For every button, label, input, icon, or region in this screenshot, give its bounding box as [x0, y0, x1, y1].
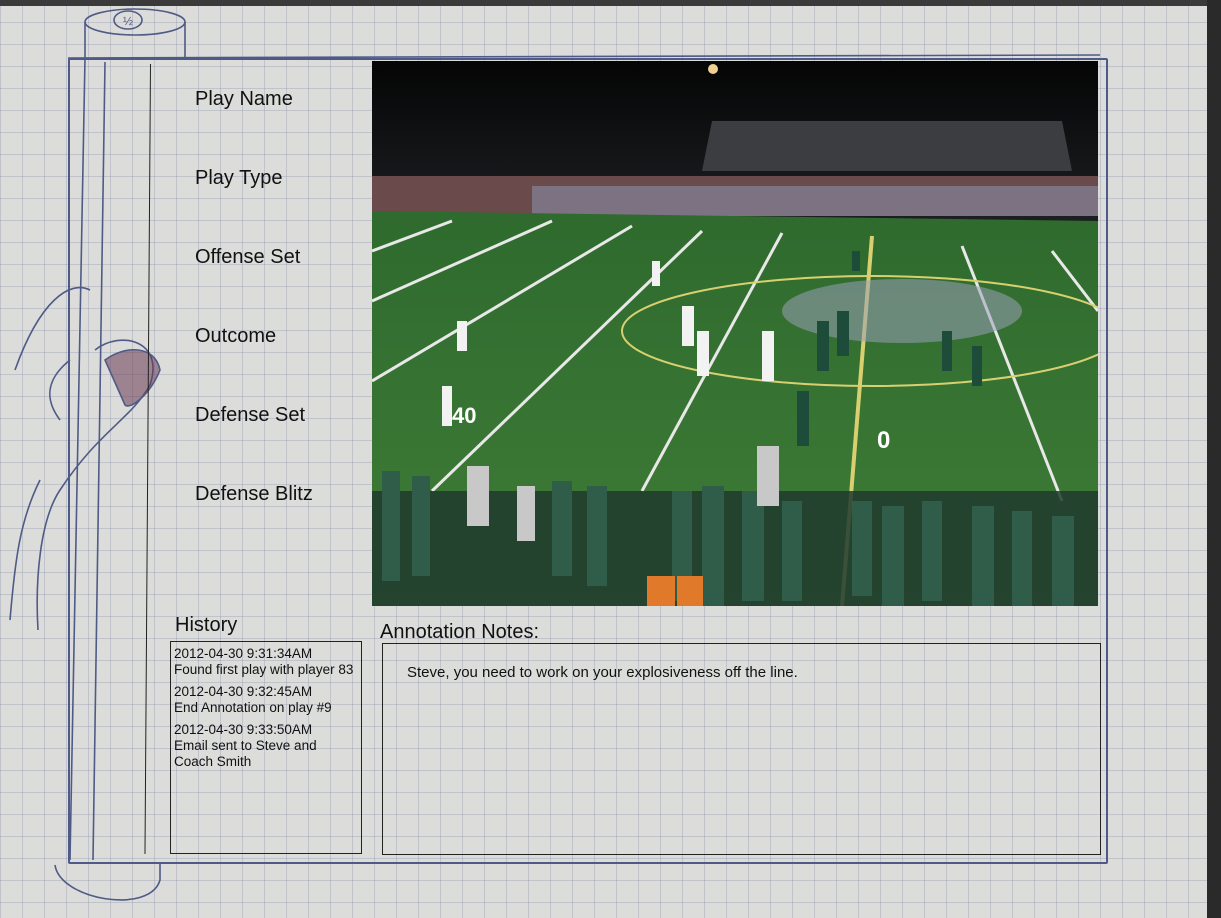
- annotation-notes-title: Annotation Notes:: [380, 621, 539, 643]
- history-entry-text: End Annotation on play #9: [174, 700, 332, 715]
- history-entry[interactable]: 2012-04-30 9:33:50AM Email sent to Steve…: [174, 722, 358, 770]
- history-entry-time: 2012-04-30 9:33:50AM: [174, 722, 313, 737]
- video-player[interactable]: 40 0: [372, 61, 1098, 606]
- offense-set-label[interactable]: Offense Set: [195, 246, 300, 269]
- yard-number-0: 0: [877, 427, 890, 454]
- history-title: History: [175, 614, 238, 636]
- defense-blitz-label[interactable]: Defense Blitz: [195, 483, 313, 506]
- history-entry-time: 2012-04-30 9:31:34AM: [174, 646, 313, 661]
- scroll-cap-label: ½: [123, 14, 133, 28]
- defense-set-label[interactable]: Defense Set: [195, 404, 305, 427]
- annotation-notes-text: Steve, you need to work on your explosiv…: [407, 664, 798, 681]
- history-list[interactable]: 2012-04-30 9:31:34AM Found first play wi…: [170, 641, 362, 854]
- play-name-label[interactable]: Play Name: [195, 88, 293, 111]
- yard-number-40: 40: [452, 403, 476, 428]
- history-entry-text: Found first play with player 83: [174, 662, 354, 677]
- history-entry-text: Email sent to Steve and Coach Smith: [174, 738, 317, 769]
- play-type-label[interactable]: Play Type: [195, 167, 282, 190]
- outcome-label[interactable]: Outcome: [195, 325, 276, 348]
- history-entry[interactable]: 2012-04-30 9:31:34AM Found first play wi…: [174, 646, 358, 678]
- football-field-frame: 40 0: [372, 61, 1098, 606]
- history-entry[interactable]: 2012-04-30 9:32:45AM End Annotation on p…: [174, 684, 358, 716]
- history-entry-time: 2012-04-30 9:32:45AM: [174, 684, 313, 699]
- annotation-notes-textarea[interactable]: Steve, you need to work on your explosiv…: [382, 643, 1101, 855]
